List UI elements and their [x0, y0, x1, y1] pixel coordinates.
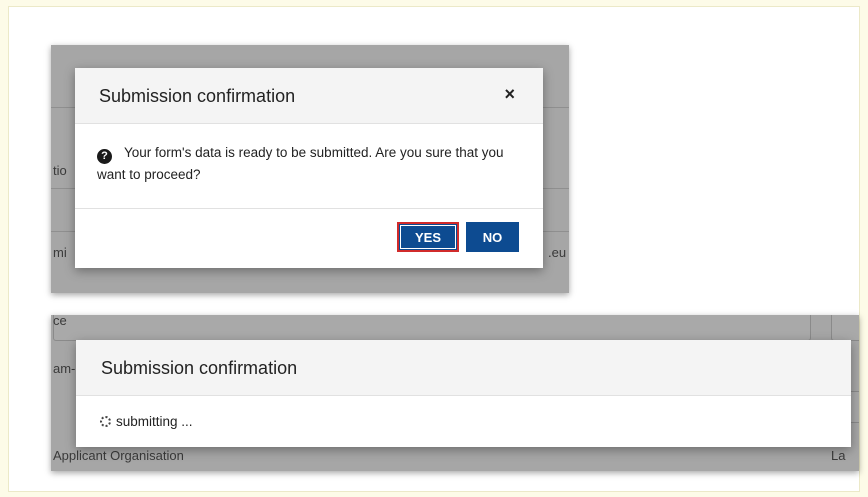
dialog-message-area: ? Your form's data is ready to be submitt… [97, 142, 527, 186]
status-text: submitting ... [116, 414, 193, 429]
bg-input-field [831, 315, 859, 341]
screenshot-frame: tio mi .eu Submission confirmation × ? Yo… [8, 6, 860, 492]
loading-spinner-icon [100, 416, 111, 427]
submitting-screenshot: ce am- Pr 3 Applicant Organisation La Su… [51, 315, 859, 471]
bg-label-fragment: La [831, 448, 846, 463]
bg-label-fragment: ce [53, 315, 67, 328]
bg-label-fragment: am- [53, 361, 76, 376]
dialog-message: Your form's data is ready to be submitte… [97, 145, 504, 182]
submission-confirm-dialog: Submission confirmation × ? Your form's d… [75, 68, 543, 268]
confirm-screenshot: tio mi .eu Submission confirmation × ? Yo… [51, 45, 569, 293]
dialog-title: Submission confirmation [99, 86, 296, 106]
question-circle-icon: ? [97, 148, 112, 164]
yes-button[interactable]: YES [397, 222, 459, 252]
dialog-title: Submission confirmation [101, 358, 298, 378]
bg-label-fragment: .eu [548, 245, 567, 260]
bg-label-applicant-organisation: Applicant Organisation [53, 448, 184, 463]
dialog-footer: YES NO [75, 208, 543, 268]
dialog-header: Submission confirmation × [75, 68, 543, 124]
bg-label-fragment: mi [53, 245, 67, 260]
bg-input-field [53, 315, 811, 341]
no-button[interactable]: NO [466, 222, 519, 252]
close-icon[interactable]: × [504, 84, 515, 104]
submitting-dialog: Submission confirmation submitting ... [76, 340, 851, 447]
submitting-status: submitting ... [100, 414, 193, 429]
dialog-header: Submission confirmation [76, 340, 851, 396]
bg-label-fragment: tio [53, 163, 67, 178]
